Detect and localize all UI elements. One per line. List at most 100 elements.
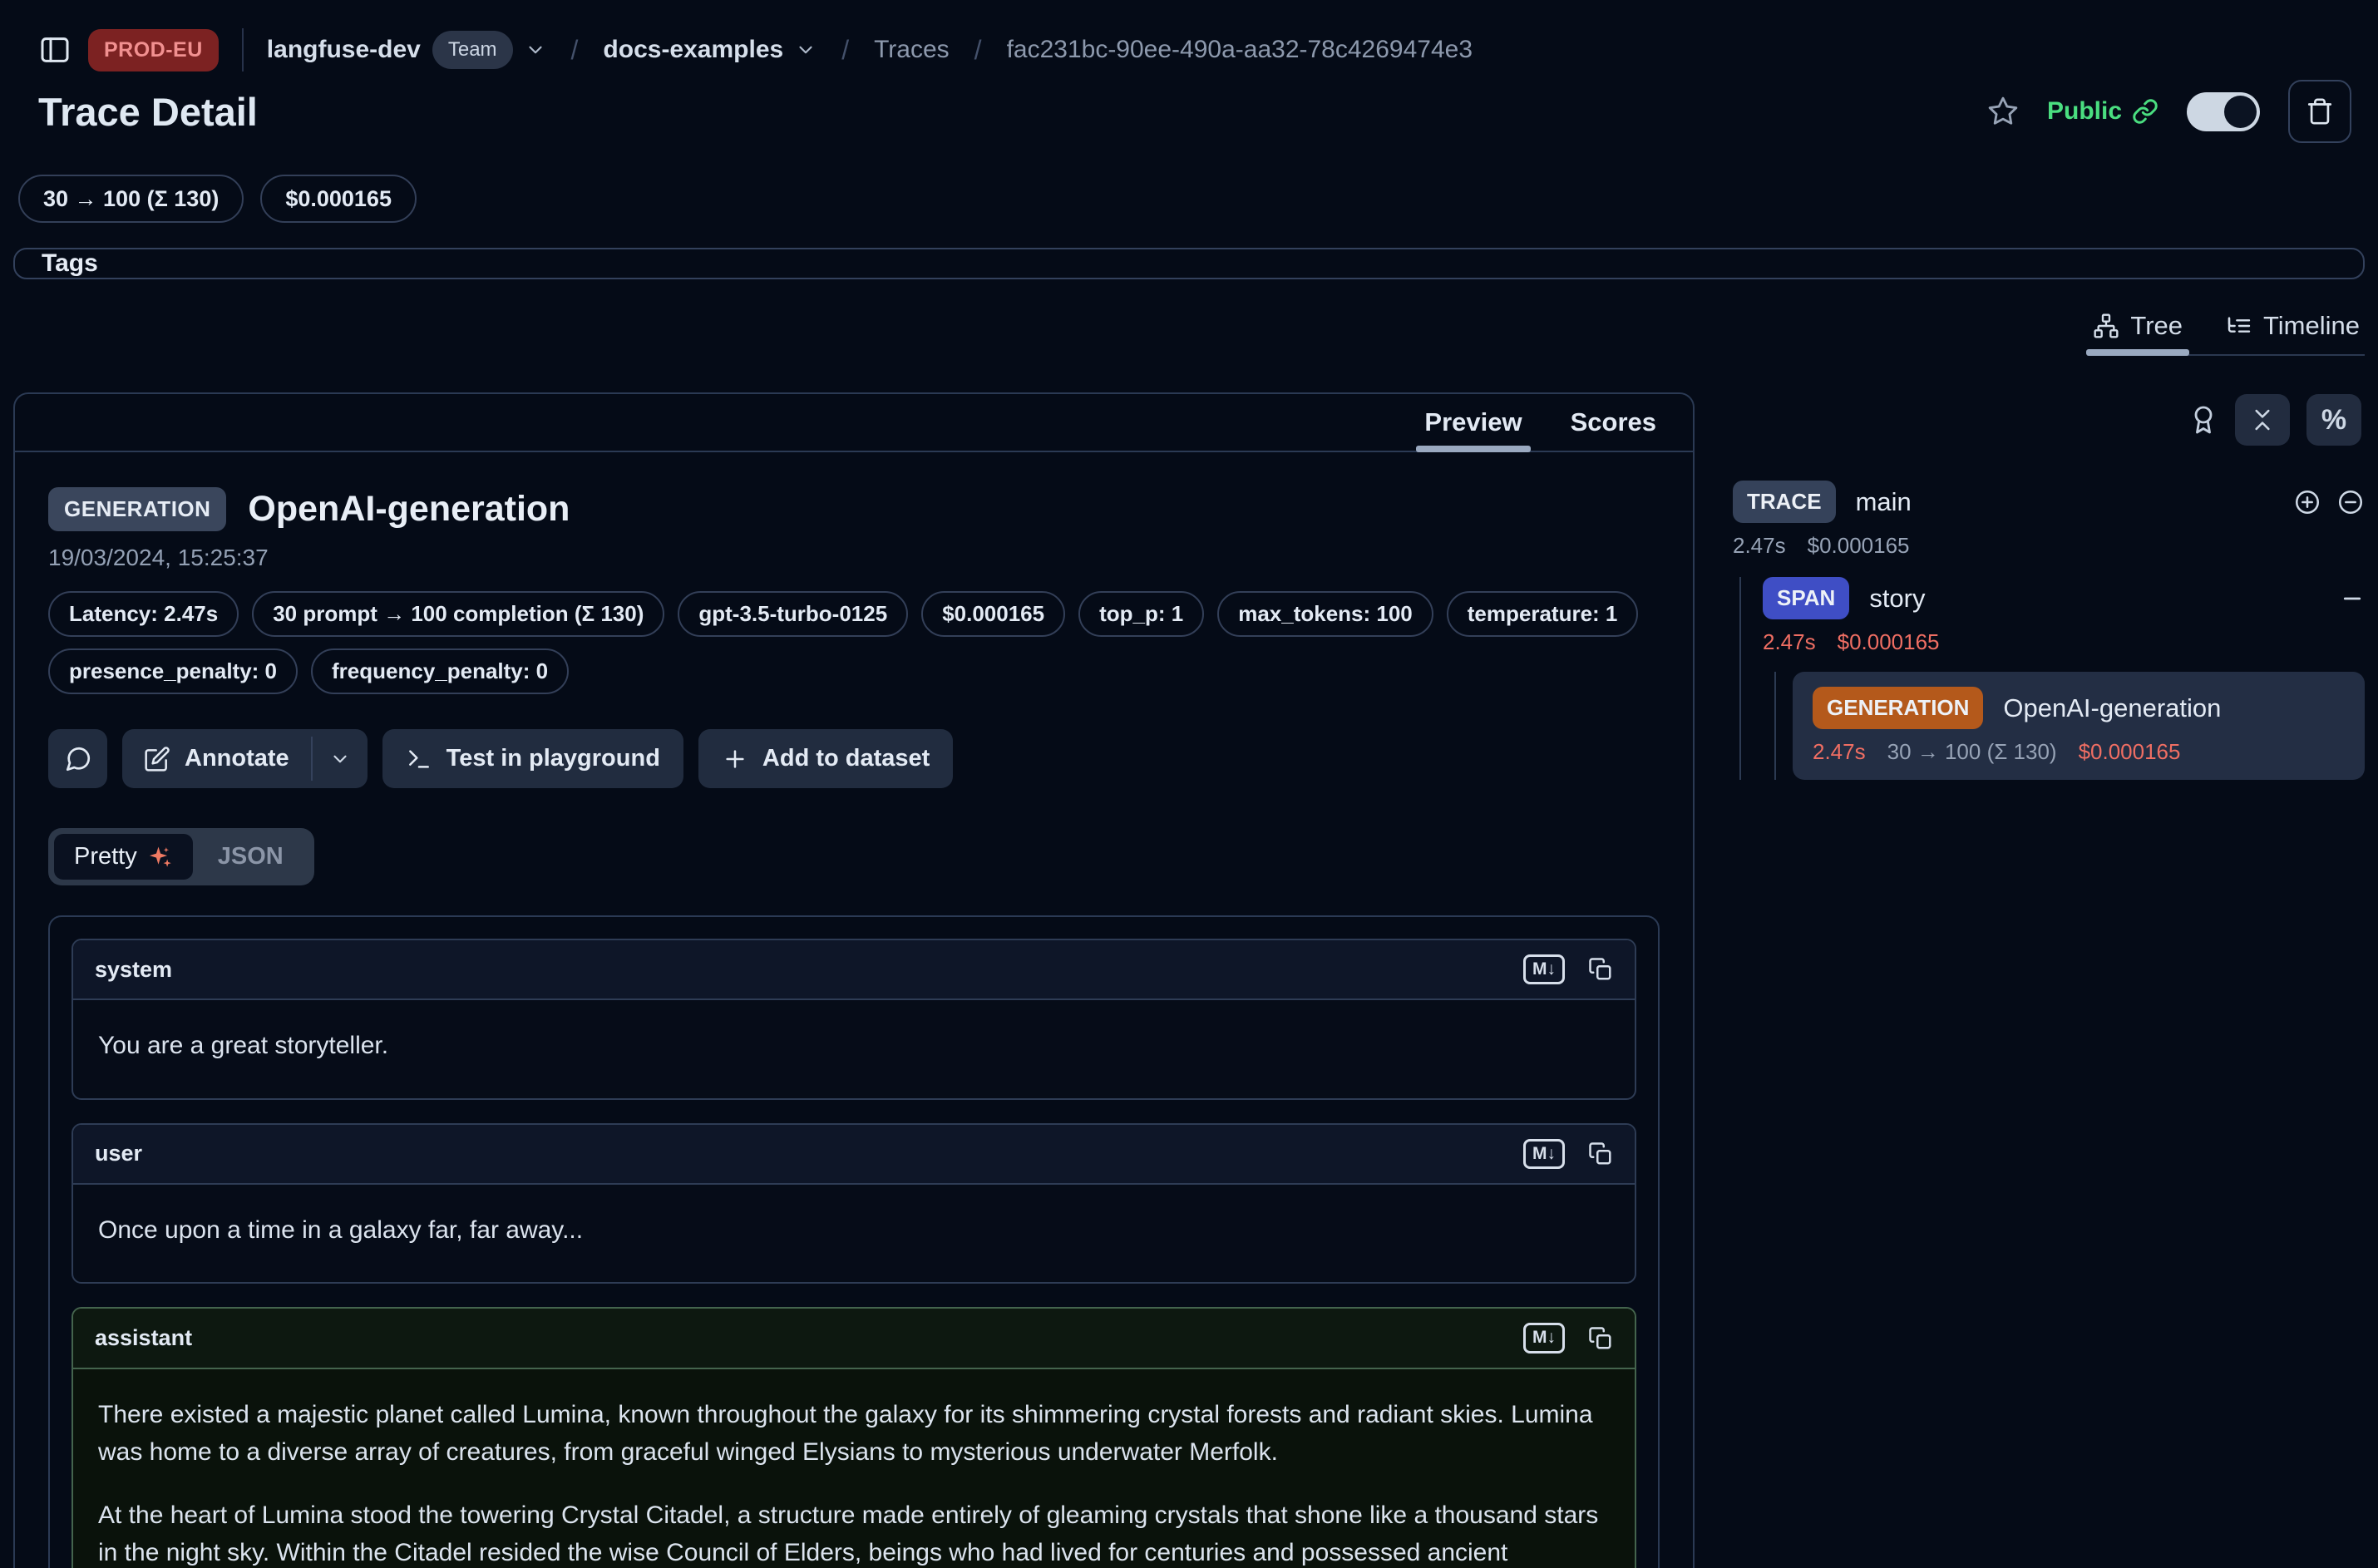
- markdown-toggle-icon[interactable]: M↓: [1523, 1323, 1565, 1353]
- sparkles-icon: [148, 845, 173, 870]
- generation-cost: $0.000165: [2079, 739, 2181, 765]
- trace-metrics: 2.47s $0.000165: [1733, 533, 2365, 559]
- message-header: user M↓: [73, 1125, 1635, 1185]
- collapse-all-button[interactable]: [2235, 394, 2290, 446]
- presence-penalty-badge: presence_penalty: 0: [48, 648, 298, 694]
- tab-tree[interactable]: Tree: [2093, 311, 2183, 341]
- latency-badge: Latency: 2.47s: [48, 591, 239, 637]
- tree-node-actions: [2340, 586, 2365, 611]
- message-content: There existed a majestic planet called L…: [73, 1369, 1635, 1568]
- breadcrumb-divider: [242, 28, 244, 71]
- annotate-dropdown-button[interactable]: [313, 729, 368, 788]
- public-toggle[interactable]: [2187, 92, 2260, 131]
- terminal-icon: [406, 746, 432, 772]
- span-latency: 2.47s: [1763, 629, 1816, 655]
- observation-panel: Preview Scores GENERATION OpenAI-generat…: [13, 392, 1695, 1568]
- format-toggle: Pretty JSON: [48, 828, 314, 885]
- format-json-segment[interactable]: JSON: [193, 834, 308, 880]
- test-in-playground-button[interactable]: Test in playground: [382, 729, 683, 788]
- message-user: user M↓ Once upon a time in a galaxy far…: [72, 1123, 1636, 1284]
- tab-timeline[interactable]: Timeline: [2226, 311, 2360, 341]
- comment-icon: [64, 745, 92, 773]
- generation-type-badge: GENERATION: [1813, 687, 1983, 729]
- span-name: story: [1869, 584, 1925, 614]
- delete-trace-button[interactable]: [2288, 80, 2351, 143]
- token-usage-chip: 30 → 100 (Σ 130): [18, 175, 244, 223]
- scores-award-button[interactable]: [2188, 405, 2218, 435]
- breadcrumb-separator: /: [841, 35, 849, 66]
- breadcrumb-separator: /: [571, 35, 579, 66]
- panel-tabs: Preview Scores: [15, 394, 1693, 452]
- format-pretty-segment[interactable]: Pretty: [54, 834, 193, 880]
- title-row: Trace Detail Public: [13, 71, 2365, 143]
- message-content: Once upon a time in a galaxy far, far aw…: [73, 1185, 1635, 1283]
- project-name: docs-examples: [603, 36, 783, 64]
- markdown-toggle-icon[interactable]: M↓: [1523, 1139, 1565, 1169]
- minus-collapse-icon[interactable]: [2340, 586, 2365, 611]
- annotate-label: Annotate: [185, 745, 289, 772]
- public-label: Public: [2047, 97, 2122, 126]
- trace-latency: 2.47s: [1733, 533, 1786, 559]
- format-toggle-row: Pretty JSON: [48, 828, 1660, 885]
- tree-toolbar: %: [1733, 394, 2365, 446]
- breadcrumb-project[interactable]: docs-examples: [603, 36, 817, 64]
- metrics-toggle-button[interactable]: %: [2306, 394, 2361, 446]
- frequency-penalty-badge: frequency_penalty: 0: [311, 648, 569, 694]
- observation-badges-row-2: presence_penalty: 0 frequency_penalty: 0: [48, 648, 1660, 694]
- generation-latency: 2.47s: [1813, 739, 1866, 765]
- message-system: system M↓ You are a great storyteller.: [72, 939, 1636, 1100]
- message-role: assistant: [95, 1325, 192, 1351]
- panel-left-icon: [38, 33, 72, 67]
- trace-name: main: [1856, 487, 1912, 517]
- tags-input[interactable]: Tags: [13, 248, 2365, 279]
- link-icon: [2132, 98, 2158, 125]
- annotate-button[interactable]: Annotate: [122, 729, 311, 788]
- message-paragraph: At the heart of Lumina stood the towerin…: [98, 1497, 1610, 1568]
- trace-children: SPAN story 2.47s $0.000165: [1739, 577, 2365, 780]
- view-tabs: Tree Timeline: [2088, 311, 2365, 356]
- tab-preview[interactable]: Preview: [1424, 394, 1522, 451]
- title-actions: Public: [1987, 80, 2351, 143]
- pretty-label: Pretty: [74, 843, 137, 870]
- environment-badge[interactable]: PROD-EU: [88, 29, 219, 71]
- tree-node-span[interactable]: SPAN story: [1763, 577, 2365, 619]
- message-role: user: [95, 1141, 142, 1166]
- breadcrumb-organization[interactable]: langfuse-dev Team: [267, 31, 546, 69]
- add-to-dataset-button[interactable]: Add to dataset: [698, 729, 953, 788]
- tree-node-trace[interactable]: TRACE main: [1733, 481, 2365, 523]
- copy-icon[interactable]: [1588, 1326, 1613, 1351]
- bookmark-star-button[interactable]: [1987, 96, 2019, 127]
- copy-icon[interactable]: [1588, 957, 1613, 982]
- edit-pencil-icon: [144, 746, 170, 772]
- breadcrumb: PROD-EU langfuse-dev Team / docs-example…: [13, 0, 2365, 71]
- observation-badges-row-1: Latency: 2.47s 30 prompt → 100 completio…: [48, 591, 1660, 637]
- public-share-link[interactable]: Public: [2047, 97, 2158, 126]
- chevron-down-icon: [525, 39, 546, 61]
- breadcrumb-separator: /: [974, 35, 982, 66]
- model-badge: gpt-3.5-turbo-0125: [678, 591, 908, 637]
- message-paragraph: There existed a majestic planet called L…: [98, 1396, 1610, 1472]
- chevron-down-icon: [329, 748, 351, 770]
- cost-badge: $0.000165: [921, 591, 1065, 637]
- message-content: You are a great storyteller.: [73, 1000, 1635, 1098]
- tree-node-generation-selected[interactable]: GENERATION OpenAI-generation 2.47s 30 → …: [1793, 672, 2365, 780]
- toggle-knob: [2224, 96, 2257, 128]
- tags-label: Tags: [42, 249, 98, 278]
- markdown-toggle-icon[interactable]: M↓: [1523, 954, 1565, 984]
- max-tokens-badge: max_tokens: 100: [1217, 591, 1433, 637]
- playground-label: Test in playground: [446, 745, 660, 772]
- copy-icon[interactable]: [1588, 1141, 1613, 1166]
- message-header: assistant M↓: [73, 1309, 1635, 1368]
- organization-name: langfuse-dev: [267, 36, 421, 64]
- award-icon: [2188, 405, 2218, 435]
- sidebar-toggle-button[interactable]: [38, 33, 72, 67]
- breadcrumb-section-traces[interactable]: Traces: [874, 36, 950, 64]
- tab-scores[interactable]: Scores: [1571, 394, 1656, 451]
- trace-summary-chips: 30 → 100 (Σ 130) $0.000165: [13, 143, 2365, 223]
- annotate-button-group: Annotate: [122, 729, 368, 788]
- breadcrumb-trace-id: fac231bc-90ee-490a-aa32-78c4269474e3: [1007, 36, 1473, 64]
- circle-plus-icon[interactable]: [2293, 488, 2321, 516]
- comment-button[interactable]: [48, 729, 107, 788]
- message-role: system: [95, 957, 172, 983]
- circle-minus-icon[interactable]: [2336, 488, 2365, 516]
